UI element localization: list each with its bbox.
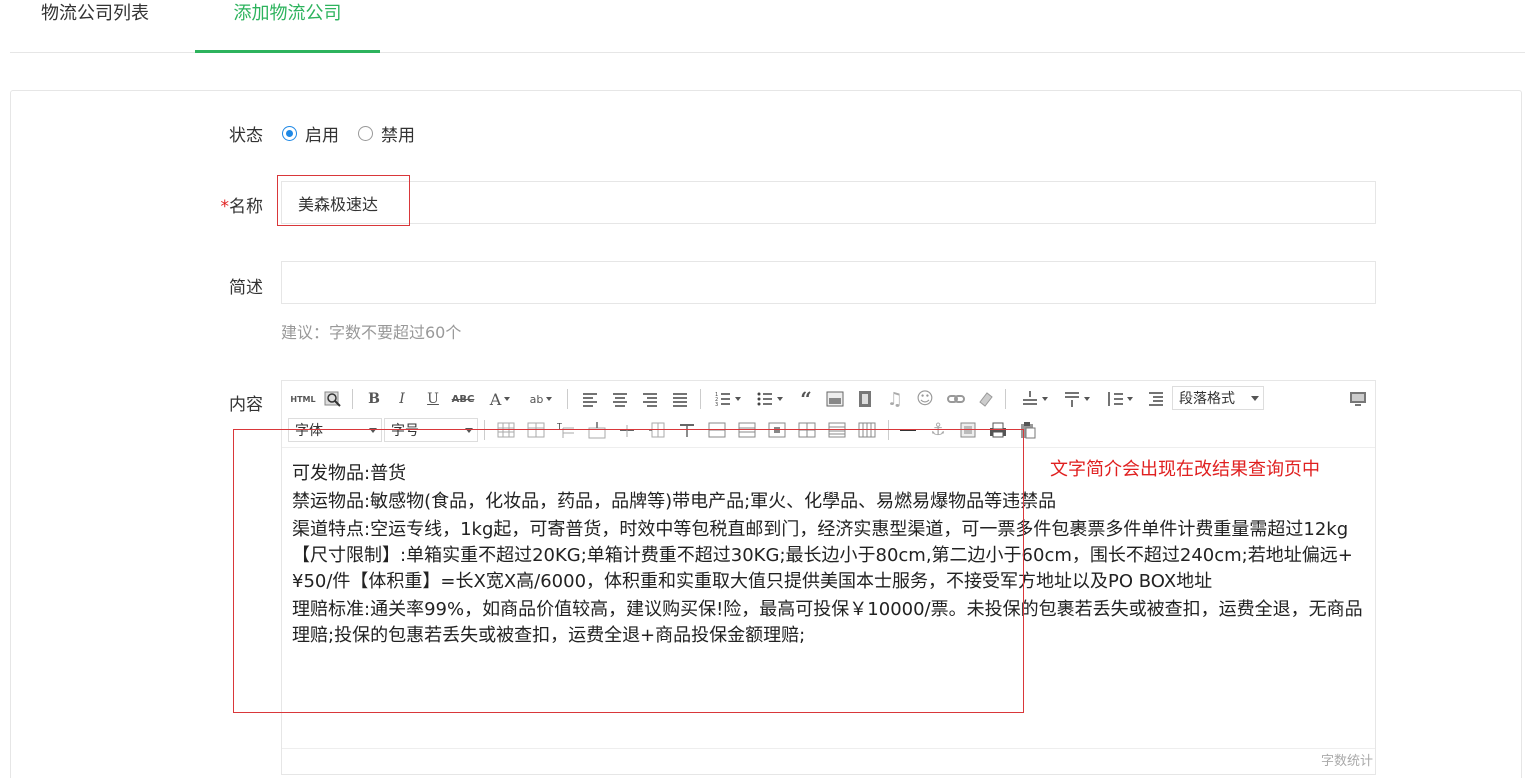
name-input[interactable] xyxy=(281,181,1376,224)
ordered-list-icon[interactable]: 123 xyxy=(710,388,744,410)
toolbar-divider xyxy=(567,389,568,409)
radio-checked-icon xyxy=(282,126,297,141)
italic-icon[interactable]: I xyxy=(391,388,413,410)
highlight-box-name xyxy=(277,175,410,226)
line-height-icon[interactable] xyxy=(1017,388,1051,410)
bold-icon[interactable]: B xyxy=(363,388,385,410)
word-count: 字数统计 xyxy=(1320,754,1373,769)
toolbar-divider xyxy=(1005,389,1006,409)
underline-icon[interactable]: U xyxy=(422,388,444,410)
status-disable-label: 禁用 xyxy=(381,126,415,146)
highlight-box-content xyxy=(233,429,1024,713)
toolbar-divider xyxy=(700,389,701,409)
annotation-note: 文字简介会出现在改结果查询页中 xyxy=(1050,459,1320,480)
preview-icon[interactable] xyxy=(322,388,344,410)
row-spacing-icon[interactable] xyxy=(1059,388,1093,410)
required-mark: * xyxy=(220,197,230,217)
paragraph-format-value: 段落格式 xyxy=(1179,391,1235,407)
name-label: *名称 xyxy=(183,192,264,217)
blockquote-icon[interactable]: “ xyxy=(795,387,817,411)
content-label: 内容 xyxy=(229,395,263,415)
summary-input[interactable] xyxy=(281,261,1376,304)
status-enable-label: 启用 xyxy=(305,126,339,146)
image-icon[interactable] xyxy=(824,388,846,410)
video-icon[interactable] xyxy=(854,388,876,410)
emoji-icon[interactable]: ☺ xyxy=(914,388,936,410)
eraser-icon[interactable] xyxy=(975,388,997,410)
align-center-icon[interactable] xyxy=(609,388,631,410)
align-left-icon[interactable] xyxy=(579,388,601,410)
radio-unchecked-icon xyxy=(358,126,373,141)
indent-icon[interactable] xyxy=(1145,388,1167,410)
highlight-color-icon[interactable]: ab xyxy=(525,388,557,410)
font-color-icon[interactable]: A xyxy=(484,388,516,410)
tab-bar: 物流公司列表 添加物流公司 xyxy=(10,0,1525,53)
unordered-list-icon[interactable] xyxy=(752,388,786,410)
tab-add-logistics[interactable]: 添加物流公司 xyxy=(195,0,380,53)
status-disable-radio[interactable]: 禁用 xyxy=(358,121,415,146)
align-justify-icon[interactable] xyxy=(669,388,691,410)
summary-label: 简述 xyxy=(229,278,263,298)
summary-hint: 建议：字数不要超过60个 xyxy=(281,323,462,342)
paragraph-spacing-icon[interactable] xyxy=(1102,388,1136,410)
html-source-icon[interactable]: HTML xyxy=(290,388,316,410)
tab-logistics-list[interactable]: 物流公司列表 xyxy=(41,0,149,53)
music-icon[interactable]: ♫ xyxy=(884,388,906,410)
status-label: 状态 xyxy=(229,126,263,146)
status-enable-radio[interactable]: 启用 xyxy=(282,121,339,146)
paragraph-format-select[interactable]: 段落格式 xyxy=(1172,386,1264,410)
strikethrough-icon[interactable]: ABC xyxy=(452,388,475,410)
align-right-icon[interactable] xyxy=(639,388,661,410)
page: 物流公司列表 添加物流公司 状态 启用 禁用 *名称 简述 建议：字数不要超过6… xyxy=(0,0,1525,778)
name-label-text: 名称 xyxy=(229,197,263,217)
svg-text:3: 3 xyxy=(715,402,718,408)
editor-status-bar: 字数统计 xyxy=(282,748,1375,774)
fullscreen-icon[interactable] xyxy=(1347,388,1369,410)
toolbar-divider xyxy=(352,389,353,409)
link-icon[interactable] xyxy=(945,388,967,410)
